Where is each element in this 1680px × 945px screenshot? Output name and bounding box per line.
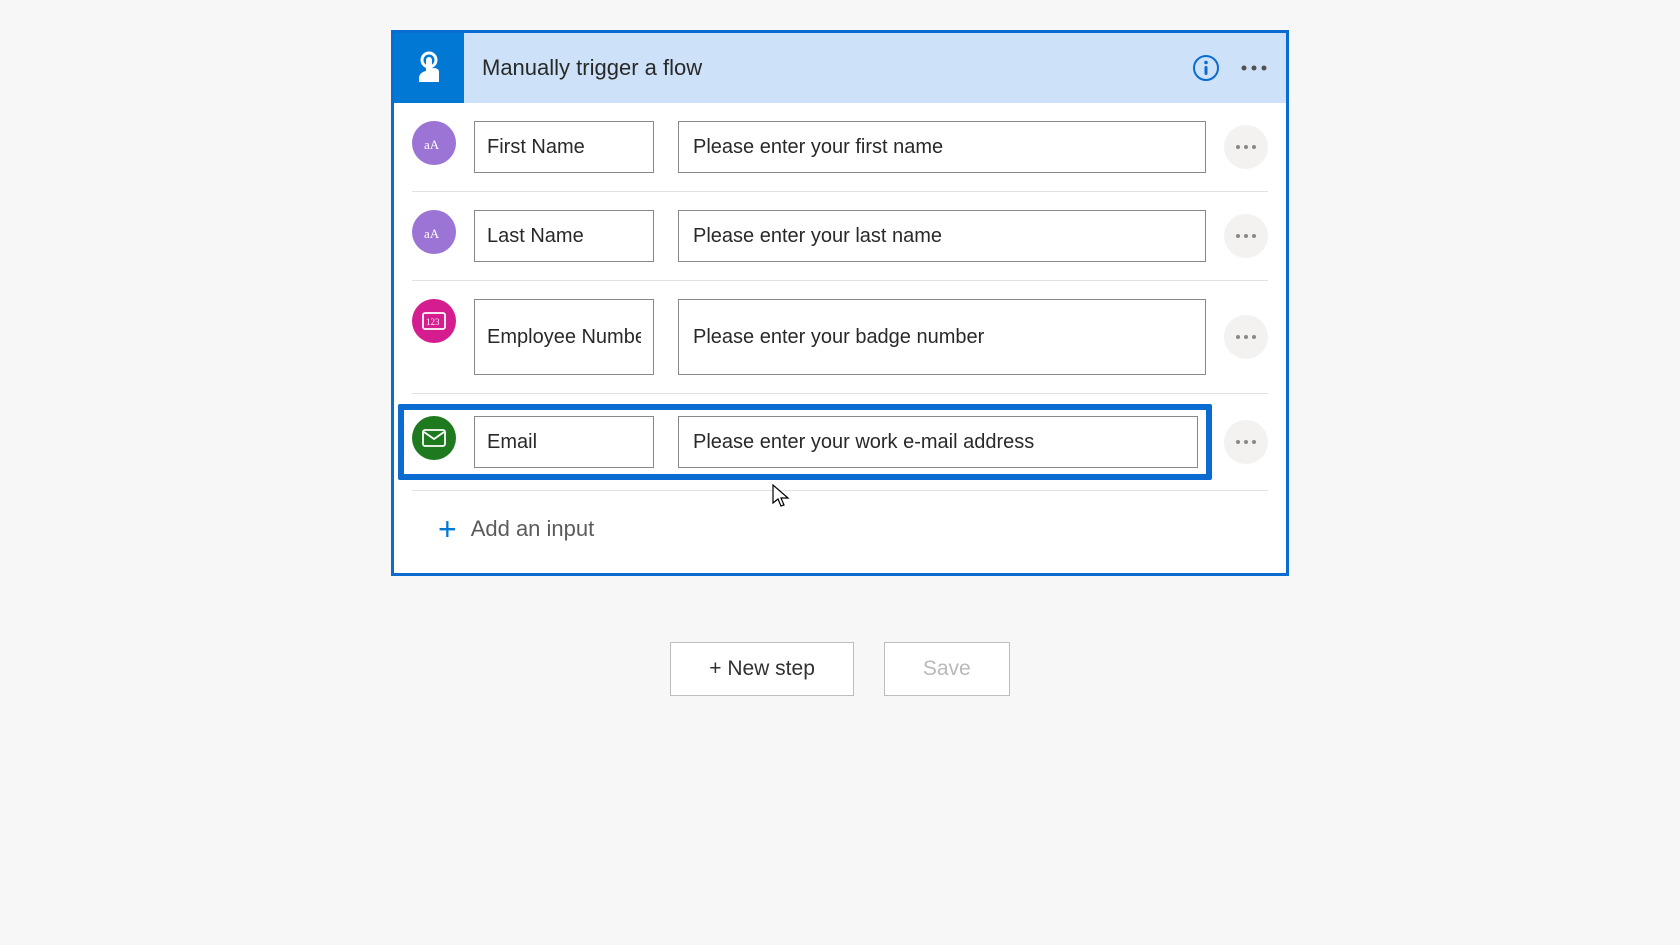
input-name-field[interactable] bbox=[474, 416, 654, 468]
ellipsis-icon bbox=[1235, 439, 1257, 445]
input-description-field[interactable] bbox=[678, 121, 1206, 173]
trigger-title: Manually trigger a flow bbox=[464, 55, 1182, 81]
row-more-button[interactable] bbox=[1224, 420, 1268, 464]
ellipsis-icon bbox=[1235, 233, 1257, 239]
row-more-button[interactable] bbox=[1224, 125, 1268, 169]
row-more-button[interactable] bbox=[1224, 315, 1268, 359]
text-icon: aA bbox=[412, 210, 456, 254]
flow-button-icon bbox=[394, 33, 464, 103]
ellipsis-icon bbox=[1235, 144, 1257, 150]
ellipsis-icon bbox=[1235, 334, 1257, 340]
highlighted-row-outline bbox=[398, 404, 1212, 480]
input-name-field[interactable] bbox=[474, 121, 654, 173]
plus-icon: + bbox=[438, 513, 457, 545]
bottom-action-bar: + New step Save bbox=[670, 642, 1010, 696]
save-button[interactable]: Save bbox=[884, 642, 1010, 696]
card-more-button[interactable] bbox=[1230, 44, 1278, 92]
input-row: aA bbox=[412, 191, 1268, 280]
input-description-field[interactable] bbox=[678, 210, 1206, 262]
input-row: 123 bbox=[412, 280, 1268, 393]
info-icon bbox=[1192, 54, 1220, 82]
svg-text:123: 123 bbox=[426, 317, 440, 327]
svg-text:aA: aA bbox=[424, 137, 440, 152]
svg-text:aA: aA bbox=[424, 226, 440, 241]
add-input-label: Add an input bbox=[471, 516, 595, 542]
info-button[interactable] bbox=[1182, 44, 1230, 92]
input-row bbox=[412, 393, 1268, 490]
input-description-field[interactable] bbox=[678, 416, 1198, 468]
input-name-field[interactable] bbox=[474, 210, 654, 262]
input-name-field[interactable] bbox=[474, 299, 654, 375]
input-row: aA bbox=[412, 103, 1268, 191]
trigger-card: Manually trigger a flow aA bbox=[391, 30, 1289, 576]
text-icon: aA bbox=[412, 121, 456, 165]
email-icon bbox=[412, 416, 456, 460]
add-input-button[interactable]: + Add an input bbox=[412, 490, 1268, 573]
number-icon: 123 bbox=[412, 299, 456, 343]
ellipsis-icon bbox=[1240, 64, 1268, 72]
new-step-button[interactable]: + New step bbox=[670, 642, 854, 696]
trigger-inputs-list: aA aA bbox=[394, 103, 1286, 573]
row-more-button[interactable] bbox=[1224, 214, 1268, 258]
input-description-field[interactable] bbox=[678, 299, 1206, 375]
trigger-header: Manually trigger a flow bbox=[394, 33, 1286, 103]
